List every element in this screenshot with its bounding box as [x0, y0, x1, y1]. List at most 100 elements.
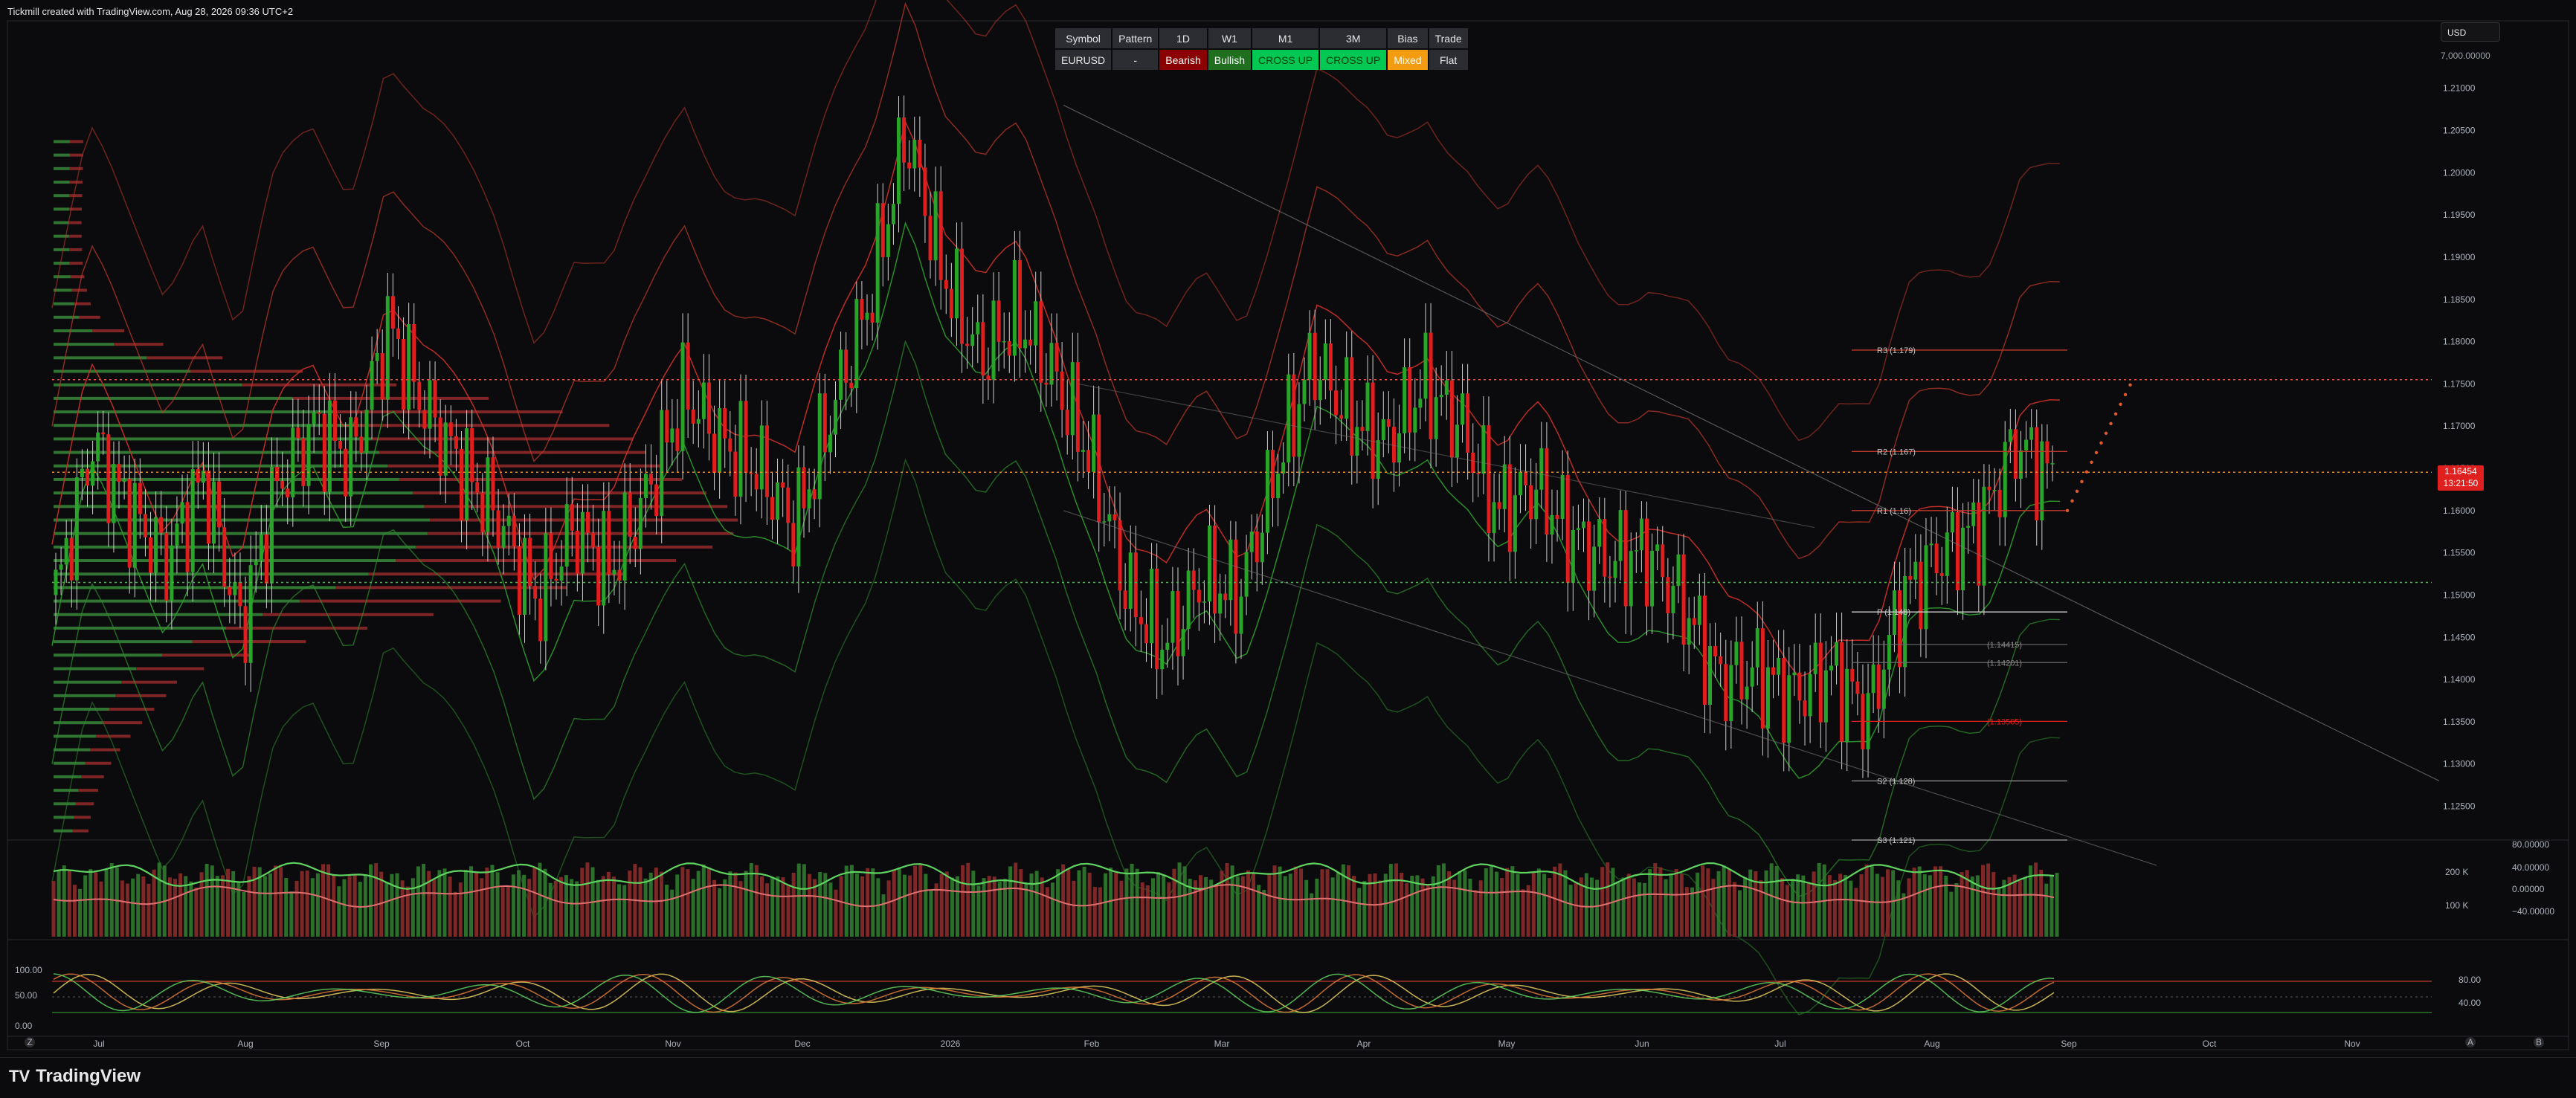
- bias-table: Symbol Pattern 1D W1 M1 3M Bias Trade EURUSD - Be…: [1054, 27, 1469, 71]
- volume-bar: [834, 889, 838, 937]
- candle-body: [1102, 521, 1107, 523]
- candle-body: [1613, 561, 1617, 578]
- volume-profile-bar: [69, 262, 83, 265]
- candle-body: [1697, 595, 1701, 625]
- volume-bar: [706, 868, 711, 937]
- volume-bar: [51, 881, 56, 937]
- volume-bar: [1870, 864, 1874, 937]
- volume-bar: [1933, 866, 1938, 937]
- volume-bar: [458, 882, 463, 937]
- candle-body: [1555, 514, 1559, 519]
- volume-bar: [1991, 872, 1996, 937]
- candle-body: [407, 323, 411, 410]
- volume-bar: [131, 878, 135, 937]
- volume-bar: [1082, 866, 1086, 937]
- volume-bar: [480, 878, 484, 937]
- candle-body: [643, 474, 648, 498]
- x-tick-label: 2026: [941, 1039, 961, 1049]
- volume-bar: [675, 874, 680, 937]
- candle-body: [1007, 340, 1011, 356]
- volume-bar: [1140, 882, 1144, 937]
- candle-body: [475, 482, 480, 493]
- x-tick-label: Mar: [1214, 1039, 1230, 1049]
- bias-header-2: 1D: [1159, 28, 1207, 48]
- volume-profile-bar: [109, 708, 155, 711]
- volume-bar: [1706, 868, 1710, 937]
- volume-bar: [284, 878, 289, 937]
- chart-canvas[interactable]: 1.21000 1.20500 1.20000 1.19500 1.19000 1.185…: [0, 0, 2576, 1057]
- volume-profile-bar: [54, 356, 146, 360]
- volume-profile-bar: [68, 234, 82, 238]
- projection-dot: [2123, 393, 2128, 397]
- volume-bar: [1616, 881, 1620, 937]
- volume-bar: [601, 876, 605, 937]
- candle-body: [448, 422, 453, 436]
- candle-body: [996, 300, 1001, 342]
- candle-body: [1560, 474, 1565, 519]
- candle-body: [254, 561, 258, 566]
- candle-body: [575, 530, 579, 574]
- volume-bar: [1077, 870, 1081, 937]
- volume-bar: [918, 865, 923, 937]
- volume-bar: [1336, 873, 1340, 937]
- x-tick-label: Nov: [2344, 1039, 2360, 1049]
- volume-bar: [1447, 871, 1452, 937]
- candle-body: [1919, 561, 1923, 630]
- volume-profile-bar: [372, 437, 634, 441]
- volume-profile-bar: [54, 315, 80, 319]
- volume-bar: [1002, 879, 1007, 937]
- volume-bar: [2044, 883, 2049, 937]
- pivot-label: P (1.148): [1877, 608, 1910, 617]
- candle-body: [817, 393, 822, 500]
- volume-bar: [1606, 862, 1610, 937]
- candle-body: [206, 471, 210, 544]
- candle-body: [733, 451, 738, 497]
- candle-body: [1418, 398, 1423, 408]
- bias-header-7: Trade: [1429, 28, 1468, 48]
- candle-body: [212, 481, 216, 544]
- level-label: (1.13505): [1987, 717, 2022, 726]
- candle-body: [1381, 419, 1385, 441]
- level-label: (1.14201): [1987, 659, 2022, 668]
- volume-bar: [1980, 865, 1985, 937]
- candle-body: [54, 569, 58, 595]
- candle-body: [718, 408, 722, 473]
- volume-bar: [971, 871, 976, 937]
- volume-bar: [1568, 885, 1573, 937]
- candle-body: [370, 361, 374, 410]
- candle-body: [944, 280, 948, 289]
- volume-bar: [173, 879, 177, 937]
- volume-profile-bar: [54, 207, 69, 211]
- bias-value-6: Mixed: [1388, 50, 1428, 70]
- candle-body: [759, 425, 764, 490]
- candle-body: [907, 162, 912, 169]
- x-tick-label: Dec: [794, 1039, 810, 1049]
- volume-bar: [543, 868, 547, 937]
- tradingview-logo[interactable]: TV TradingView: [9, 1066, 141, 1087]
- volume-bar: [776, 876, 780, 937]
- candle-body: [359, 436, 364, 453]
- volume-profile-bar: [69, 153, 83, 157]
- volume-bar: [611, 876, 616, 937]
- candle-body: [744, 401, 748, 474]
- volume-bar: [1658, 867, 1663, 937]
- candle-body: [1618, 510, 1623, 561]
- volume-bar: [1817, 862, 1821, 937]
- candle-body: [117, 464, 121, 482]
- candle-body: [138, 482, 142, 514]
- candle-body: [1655, 544, 1660, 551]
- candle-body: [275, 467, 280, 482]
- volume-bar: [1785, 885, 1789, 937]
- volume-bar: [1177, 862, 1182, 937]
- x-tick-label: Feb: [1084, 1039, 1100, 1049]
- volume-bar: [1780, 878, 1784, 937]
- y-tick-label: 1.13000: [2443, 759, 2476, 769]
- candle-body: [617, 569, 622, 581]
- volume-profile-bar: [54, 789, 79, 792]
- projection-dot: [2094, 450, 2099, 455]
- volume-bar: [686, 869, 690, 937]
- volume-bar: [1092, 887, 1097, 937]
- volume-bar: [828, 882, 833, 937]
- candle-body: [1913, 561, 1918, 580]
- currency-select[interactable]: USD: [2441, 22, 2500, 42]
